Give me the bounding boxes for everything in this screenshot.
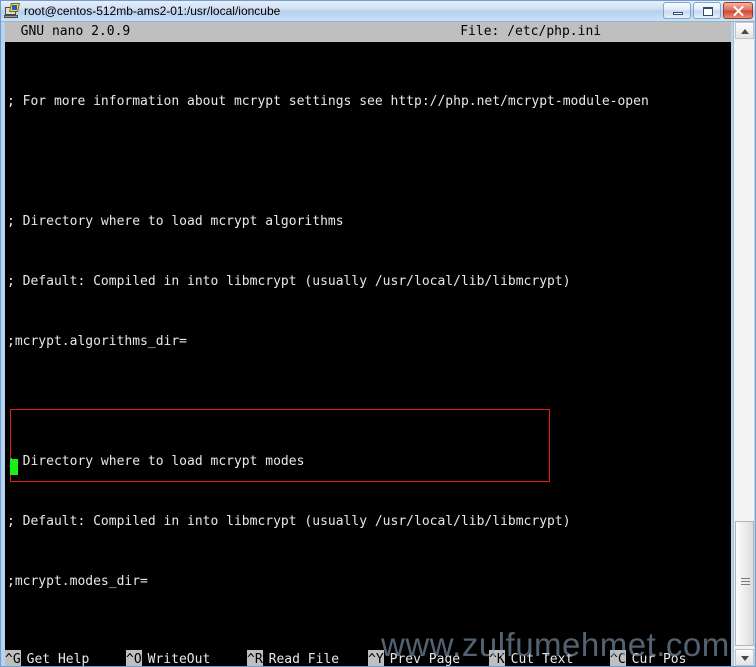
text-line [5, 392, 731, 412]
window-titlebar: root@centos-512mb-ams2-01:/usr/local/ion… [1, 1, 755, 22]
chevron-down-icon [741, 656, 749, 661]
vertical-scrollbar[interactable] [733, 22, 754, 666]
shortcut-cur-pos[interactable]: ^C Cur Pos [610, 650, 731, 666]
shortcut-writeout[interactable]: ^O WriteOut [126, 650, 247, 666]
shortcut-key: ^G [5, 650, 21, 666]
shortcut-label: Cur Pos [631, 652, 687, 666]
shortcut-label: Read File [268, 652, 340, 666]
shortcut-key: ^R [247, 650, 263, 666]
text-line: ;mcrypt.algorithms_dir= [7, 334, 188, 349]
text-line: ; Directory where to load mcrypt modes [7, 454, 305, 469]
shortcut-prev-page[interactable]: ^Y Prev Page [368, 650, 489, 666]
scroll-down-button[interactable] [735, 649, 754, 666]
text-line: ; Directory where to load mcrypt algorit… [7, 214, 344, 229]
window-title: root@centos-512mb-ams2-01:/usr/local/ion… [24, 4, 281, 18]
window-controls [663, 2, 753, 19]
shortcut-key: ^Y [368, 650, 384, 666]
shortcut-label: Cut Text [510, 652, 574, 666]
nano-file-label: File: /etc/php.ini [460, 24, 602, 39]
text-line: ; Default: Compiled in into libmcrypt (u… [7, 514, 571, 529]
shortcut-cut-text[interactable]: ^K Cut Text [489, 650, 610, 666]
putty-icon [4, 3, 20, 19]
text-cursor [10, 459, 18, 475]
scrollbar-thumb[interactable] [735, 521, 754, 646]
shortcut-row-top: ^G Get Help ^O WriteOut ^R Read File ^Y … [5, 650, 731, 666]
text-line [5, 632, 731, 652]
minimize-button[interactable] [663, 2, 691, 19]
text-line [5, 152, 731, 172]
terminal-screen[interactable]: GNU nano 2.0.9 File: /etc/php.ini ; For m… [5, 22, 731, 666]
shortcut-read-file[interactable]: ^R Read File [247, 650, 368, 666]
shortcut-key: ^K [489, 650, 505, 666]
shortcut-label: Get Help [26, 652, 90, 666]
scroll-up-button[interactable] [735, 22, 754, 39]
putty-terminal-window: root@centos-512mb-ams2-01:/usr/local/ion… [0, 0, 756, 667]
shortcut-key: ^O [126, 650, 142, 666]
nano-header-bar: GNU nano 2.0.9 File: /etc/php.ini [5, 22, 731, 42]
nano-version-label: GNU nano 2.0.9 [5, 24, 131, 39]
shortcut-get-help[interactable]: ^G Get Help [5, 650, 126, 666]
maximize-icon [703, 7, 713, 16]
nano-shortcut-bar: ^G Get Help ^O WriteOut ^R Read File ^Y … [5, 650, 731, 666]
chevron-up-icon [741, 29, 749, 34]
maximize-button[interactable] [693, 2, 721, 19]
text-line: ; Default: Compiled in into libmcrypt (u… [7, 274, 571, 289]
shortcut-label: Prev Page [389, 652, 461, 666]
shortcut-label: WriteOut [147, 652, 211, 666]
grip-icon [741, 578, 750, 587]
text-line: ; For more information about mcrypt sett… [7, 94, 649, 109]
close-button[interactable] [723, 2, 753, 19]
minimize-icon [673, 12, 683, 15]
terminal-area: GNU nano 2.0.9 File: /etc/php.ini ; For m… [2, 22, 754, 666]
shortcut-key: ^C [610, 650, 626, 666]
text-line: ;mcrypt.modes_dir= [7, 574, 148, 589]
nano-text-buffer[interactable]: ; For more information about mcrypt sett… [5, 52, 731, 666]
